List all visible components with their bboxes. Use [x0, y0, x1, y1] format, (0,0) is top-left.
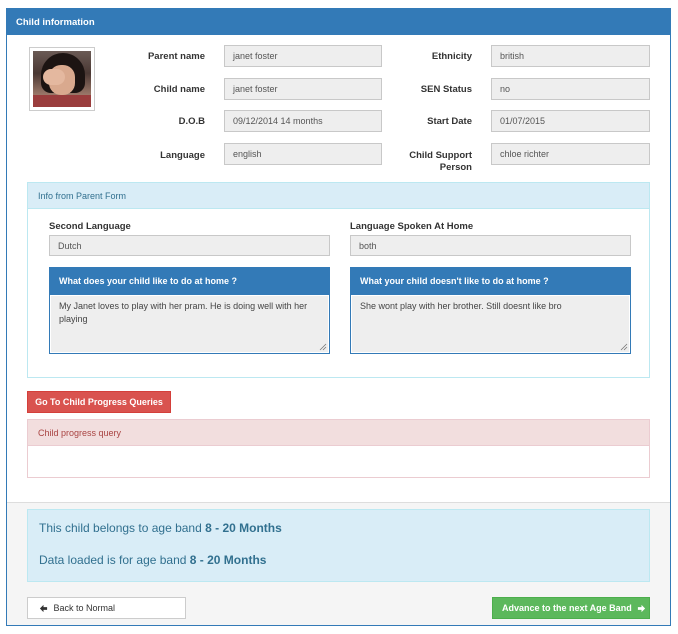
child-name-label: Child name: [153, 84, 205, 95]
parent-name-field[interactable]: janet foster: [224, 45, 382, 67]
likes-question-box: What does your child like to do at home …: [49, 267, 330, 354]
dislikes-question-box: What your child doesn't like to do at ho…: [350, 267, 631, 354]
child-information-panel: Child information Parent name janet fost…: [6, 8, 671, 626]
child-photo: [29, 47, 95, 111]
home-language-field[interactable]: both: [350, 235, 631, 256]
ethnicity-field[interactable]: british: [491, 45, 650, 67]
support-person-label: Child Support Person: [409, 150, 472, 173]
loaded-band-value: 8 - 20 Months: [189, 553, 267, 567]
parent-form-panel: Info from Parent Form Second Language Du…: [27, 182, 650, 378]
data-loaded-line: Data loaded is for age band 8 - 20 Month…: [39, 553, 267, 567]
age-band-alert: This child belongs to age band 8 - 20 Mo…: [27, 509, 650, 582]
support-person-field[interactable]: chloe richter: [491, 143, 650, 165]
dislikes-question-title: What your child doesn't like to do at ho…: [351, 268, 630, 295]
second-language-label: Second Language: [49, 221, 131, 232]
resize-handle-icon[interactable]: [319, 343, 327, 351]
back-button-label: Back to Normal: [53, 603, 116, 613]
ethnicity-label: Ethnicity: [431, 51, 472, 62]
dob-field[interactable]: 09/12/2014 14 months: [224, 110, 382, 132]
language-label: Language: [160, 150, 205, 161]
likes-question-title: What does your child like to do at home …: [50, 268, 329, 295]
back-to-normal-button[interactable]: Back to Normal: [27, 597, 186, 619]
dislikes-textarea[interactable]: She wont play with her brother. Still do…: [352, 296, 629, 352]
panel-title: Child information: [7, 9, 670, 35]
go-to-progress-queries-button[interactable]: Go To Child Progress Queries: [27, 391, 171, 413]
parent-name-label: Parent name: [147, 51, 205, 62]
arrow-right-icon: [638, 605, 646, 613]
second-language-field[interactable]: Dutch: [49, 235, 330, 256]
advance-age-band-button[interactable]: Advance to the next Age Band: [492, 597, 650, 619]
advance-button-label: Advance to the next Age Band: [502, 603, 632, 613]
dob-label: D.O.B: [178, 116, 205, 127]
parent-form-title: Info from Parent Form: [28, 183, 649, 209]
child-name-field[interactable]: janet foster: [224, 78, 382, 100]
arrow-left-icon: [39, 605, 48, 613]
age-band-line: This child belongs to age band 8 - 20 Mo…: [39, 521, 282, 535]
home-language-label: Language Spoken At Home: [350, 221, 474, 232]
likes-textarea[interactable]: My Janet loves to play with her pram. He…: [51, 296, 328, 352]
sen-status-field[interactable]: no: [491, 78, 650, 100]
progress-query-title: Child progress query: [28, 420, 649, 446]
age-band-value: 8 - 20 Months: [205, 521, 282, 535]
sen-status-label: SEN Status: [420, 84, 472, 95]
resize-handle-icon[interactable]: [620, 343, 628, 351]
language-field[interactable]: english: [224, 143, 382, 165]
progress-query-panel: Child progress query: [27, 419, 650, 478]
start-date-field[interactable]: 01/07/2015: [491, 110, 650, 132]
start-date-label: Start Date: [427, 116, 472, 127]
